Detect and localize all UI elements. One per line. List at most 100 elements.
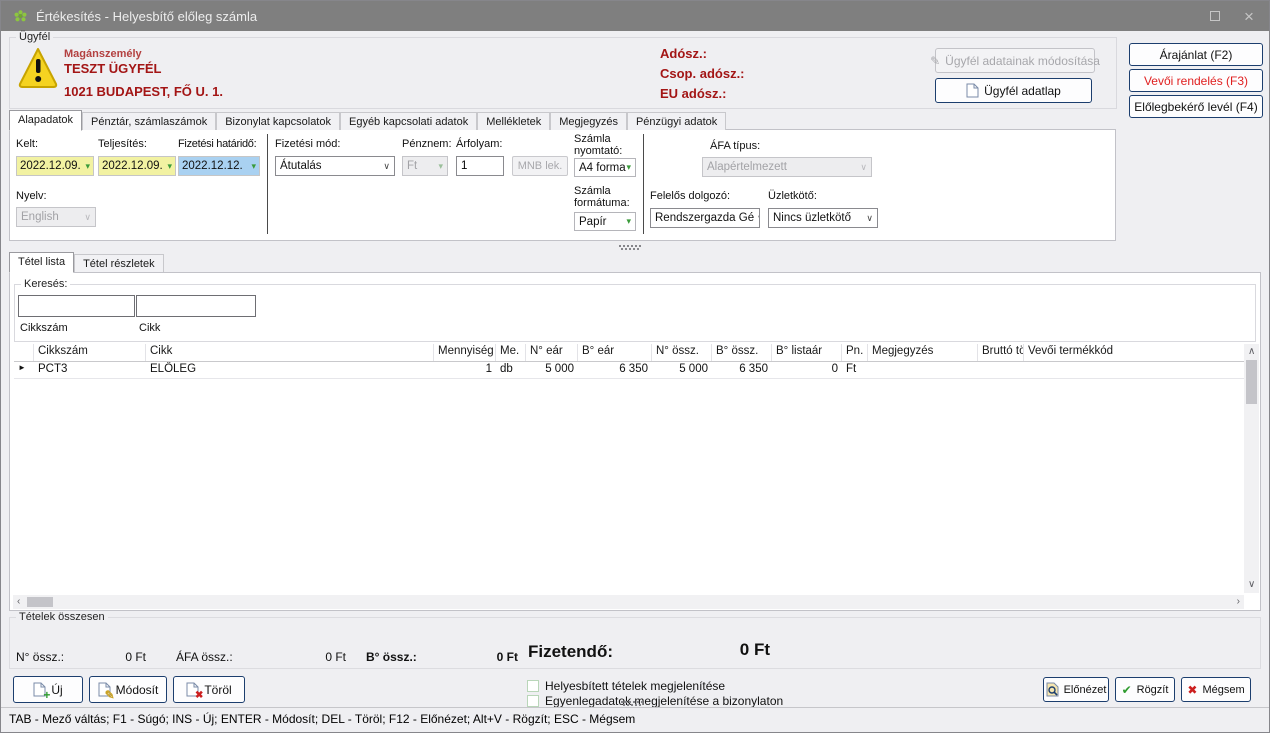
mnb-button[interactable]: MNB lek.	[512, 156, 568, 176]
col-cikk[interactable]: Cikk	[146, 344, 434, 361]
combo-chevron-icon: ∨	[81, 212, 91, 223]
tab-bizonylat-kapcsolatok[interactable]: Bizonylat kapcsolatok	[216, 112, 340, 130]
table-header-marker	[14, 344, 34, 361]
combo-chevron-icon: ∨	[754, 213, 760, 224]
show-balance-data-checkbox[interactable]	[527, 695, 539, 707]
col-listaar[interactable]: B° listaár	[772, 344, 842, 361]
uzletkoto-select[interactable]: Nincs üzletkötő ∨	[768, 208, 878, 228]
eu-tax-label: EU adósz.:	[660, 86, 726, 101]
col-vevoi-termekkod[interactable]: Vevői termékkód	[1024, 344, 1246, 361]
quote-button[interactable]: Árajánlat (F2)	[1129, 43, 1263, 66]
net-total-value: 0 Ft	[70, 650, 146, 664]
afa-tipus-label: ÁFA típus:	[710, 140, 760, 152]
tab-tetel-lista[interactable]: Tétel lista	[9, 252, 74, 273]
window-title: Értékesítés - Helyesbítő előleg számla	[36, 9, 257, 24]
vat-total-label: ÁFA össz.:	[176, 650, 233, 664]
col-pn[interactable]: Pn.	[842, 344, 868, 361]
scroll-up-icon[interactable]: ∧	[1248, 347, 1255, 357]
horizontal-scrollbar[interactable]: ‹ ›	[13, 595, 1244, 609]
titlebar: Értékesítés - Helyesbítő előleg számla ×	[1, 1, 1269, 31]
splitter-grip[interactable]	[619, 245, 621, 247]
col-cikkszam[interactable]: Cikkszám	[34, 344, 146, 361]
bottom-splitter-grip[interactable]	[621, 701, 623, 703]
cancel-button[interactable]: ✖ Mégsem	[1181, 677, 1251, 702]
vertical-scroll-thumb[interactable]	[1246, 360, 1257, 404]
col-megjegyzes[interactable]: Megjegyzés	[868, 344, 978, 361]
advance-letter-button[interactable]: Előlegbekérő levél (F4)	[1129, 95, 1263, 118]
vat-total-value: 0 Ft	[250, 650, 346, 664]
modify-button[interactable]: ✎ Módosít	[89, 676, 167, 703]
nyelv-value: English	[21, 211, 59, 223]
search-cikkszam-input[interactable]	[18, 295, 135, 317]
col-netto-ossz[interactable]: N° össz.	[652, 344, 712, 361]
felelos-value: Rendszergazda Gé	[655, 212, 754, 224]
customer-group-label: Ügyfél	[16, 31, 53, 43]
scroll-down-icon[interactable]: ∨	[1248, 580, 1255, 590]
nyelv-select[interactable]: English ∨	[16, 207, 96, 227]
tab-tetel-reszletek[interactable]: Tétel részletek	[74, 254, 164, 272]
customer-order-button[interactable]: Vevői rendelés (F3)	[1129, 69, 1263, 92]
teljesites-value: 2022.12.09.	[102, 160, 163, 172]
cell-brutto-tomeg	[978, 362, 1024, 378]
row-marker-icon: ►	[14, 362, 34, 378]
save-button[interactable]: ✔ Rögzít	[1115, 677, 1175, 702]
maximize-button[interactable]	[1197, 1, 1233, 31]
col-brutto-ossz[interactable]: B° össz.	[712, 344, 772, 361]
delete-button[interactable]: ✖ Töröl	[173, 676, 245, 703]
col-mennyiseg[interactable]: Mennyiség	[434, 344, 496, 361]
scroll-right-icon[interactable]: ›	[1237, 597, 1240, 607]
horizontal-scroll-thumb[interactable]	[27, 597, 53, 607]
vertical-scrollbar[interactable]: ∧ ∨	[1244, 344, 1259, 593]
cell-cikk: ELŐLEG	[146, 362, 434, 378]
tab-penztar-szamlaszamok[interactable]: Pénztár, számlaszámok	[82, 112, 216, 130]
show-corrected-items-checkbox[interactable]	[527, 680, 539, 692]
penznem-select[interactable]: Ft ▾	[402, 156, 448, 176]
nyomtato-select[interactable]: A4 forma ▾	[574, 158, 636, 177]
col-netto-ear[interactable]: N° eár	[526, 344, 578, 361]
plus-icon: +	[43, 689, 50, 701]
cancel-label: Mégsem	[1202, 684, 1244, 696]
felelos-select[interactable]: Rendszergazda Gé ∨	[650, 208, 760, 228]
modify-customer-label: Ügyfél adatainak módosítása	[945, 54, 1100, 68]
preview-icon	[1046, 682, 1059, 697]
search-cikk-input[interactable]	[136, 295, 256, 317]
dropdown-arrow-icon: ▾	[626, 216, 631, 227]
customer-sheet-button[interactable]: Ügyfél adatlap	[935, 78, 1092, 103]
totals-group: Tételek összesen N° össz.: 0 Ft ÁFA össz…	[9, 617, 1261, 669]
dropdown-arrow-icon: ▾	[85, 161, 90, 172]
formatum-select[interactable]: Papír ▾	[574, 212, 636, 231]
new-item-icon: +	[33, 682, 46, 697]
combo-chevron-icon: ∨	[857, 162, 867, 173]
close-button[interactable]: ×	[1231, 1, 1267, 31]
show-balance-data-label: Egyenlegadatok megjelenítése a bizonylat…	[545, 694, 783, 708]
customer-name: TESZT ÜGYFÉL	[64, 61, 162, 76]
form-divider	[267, 134, 268, 234]
modify-customer-button[interactable]: ✎ Ügyfél adatainak módosítása	[935, 48, 1095, 73]
fizetesi-mod-label: Fizetési mód:	[275, 138, 340, 150]
teljesites-datefield[interactable]: 2022.12.09. ▾	[98, 156, 176, 176]
customer-address: 1021 BUDAPEST, FŐ U. 1.	[64, 84, 223, 99]
uzletkoto-value: Nincs üzletkötő	[773, 212, 851, 224]
table-row[interactable]: ► PCT3 ELŐLEG 1 db 5 000 6 350 5 000 6 3…	[14, 362, 1246, 379]
new-button[interactable]: + Új	[13, 676, 83, 703]
payable-value: 0 Ft	[670, 640, 770, 660]
item-list-panel: Keresés: Cikkszám Cikk Cikkszám Cikk Men…	[9, 272, 1261, 611]
tab-mellekletek[interactable]: Mellékletek	[477, 112, 550, 130]
col-brutto-tomeg[interactable]: Bruttó tömeg	[978, 344, 1024, 361]
col-me[interactable]: Me.	[496, 344, 526, 361]
tab-penzugyi-adatok[interactable]: Pénzügyi adatok	[627, 112, 726, 130]
preview-button[interactable]: Előnézet	[1043, 677, 1109, 702]
tab-megjegyzes[interactable]: Megjegyzés	[550, 112, 627, 130]
fizetesi-mod-select[interactable]: Átutalás ∨	[275, 156, 395, 176]
teljesites-label: Teljesítés:	[98, 138, 147, 150]
kelt-datefield[interactable]: 2022.12.09. ▾	[16, 156, 94, 176]
tab-egyeb-kapcsolati-adatok[interactable]: Egyéb kapcsolati adatok	[340, 112, 477, 130]
advance-letter-label: Előlegbekérő levél (F4)	[1134, 100, 1257, 114]
arfolyam-input[interactable]	[456, 156, 504, 176]
scroll-left-icon[interactable]: ‹	[17, 597, 20, 607]
main-tabstrip: Alapadatok Pénztár, számlaszámok Bizonyl…	[9, 110, 726, 130]
col-brutto-ear[interactable]: B° eár	[578, 344, 652, 361]
hatarido-datefield[interactable]: 2022.12.12. ▾	[178, 156, 260, 176]
afa-tipus-select[interactable]: Alapértelmezett ∨	[702, 157, 872, 177]
tab-alapadatok[interactable]: Alapadatok	[9, 110, 82, 131]
